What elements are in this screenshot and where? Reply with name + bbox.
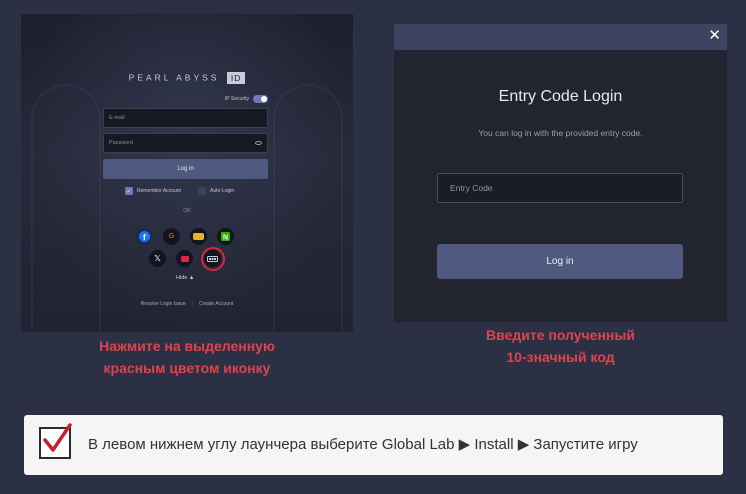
facebook-icon[interactable]: f [136,228,153,245]
dialog-header: ✕ [394,24,727,50]
entry-code-login-button[interactable]: Log in [437,244,683,279]
dialog-subtitle: You can log in with the provided entry c… [478,128,643,138]
svg-text:N: N [223,235,228,242]
empty-checkbox-icon [198,187,206,195]
entry-code-input[interactable]: Entry Code [437,173,683,203]
instruction-text: В левом нижнем углу лаунчера выберите Gl… [88,436,638,453]
left-caption: Нажмите на выделенную красным цветом ико… [99,338,275,376]
pearl-abyss-logo: PEARL ABYSS ID [21,72,353,84]
red-highlight-circle [201,247,225,271]
entry-code-dialog: ✕ Entry Code Login You can log in with t… [394,24,727,322]
instruction-note: В левом нижнем углу лаунчера выберите Gl… [24,415,723,475]
email-field[interactable]: E-mail [103,108,268,128]
resolve-login-issue-link[interactable]: Resolve Login Issue [141,301,186,307]
ip-security-toggle-row[interactable]: IP Security [225,95,268,103]
eye-icon[interactable] [255,141,262,145]
create-account-link[interactable]: Create Account [199,301,233,307]
password-field[interactable]: Password [103,133,268,153]
or-divider: OR [183,208,191,214]
x-icon[interactable]: 𝕏 [149,250,166,267]
auto-login-checkbox[interactable]: Auto-Login [198,187,234,195]
close-icon[interactable]: ✕ [708,27,721,45]
google-icon[interactable]: G [163,228,180,245]
ip-security-label: IP Security [224,96,249,102]
remember-account-checkbox[interactable]: ✓ Remember Account [125,187,181,195]
naver-icon[interactable]: N [217,228,234,245]
yellow-service-icon[interactable] [190,228,207,245]
ip-security-toggle[interactable] [253,95,268,103]
dialog-title: Entry Code Login [498,88,623,105]
hide-toggle[interactable]: Hide ▲ [176,275,194,281]
right-caption: Введите полученный 10-значный код [486,327,635,365]
bottom-links: Resolve Login Issue | Create Account [140,301,234,307]
red-service-icon[interactable] [176,250,193,267]
launcher-login-button[interactable]: Log in [103,159,268,179]
checkmark-icon: ✓ [125,187,133,195]
checkbox-check-icon [39,423,72,459]
svg-text:f: f [143,233,146,242]
launcher-login-screenshot: PEARL ABYSS ID IP Security E-mail Passwo… [21,14,353,332]
